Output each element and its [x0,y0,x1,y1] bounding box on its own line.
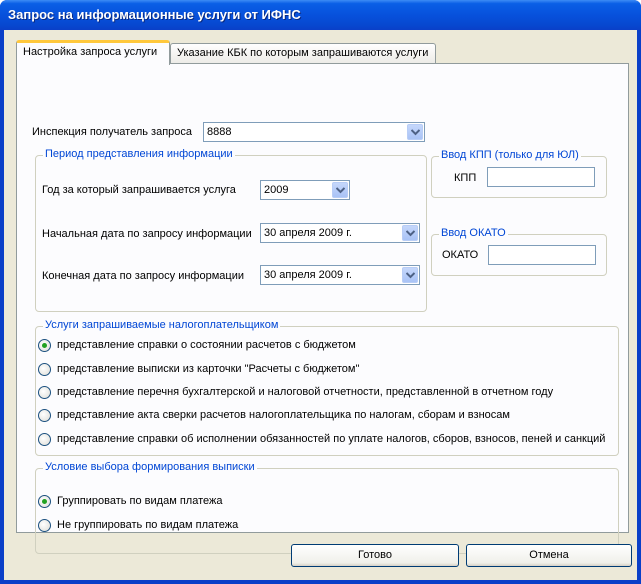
radio-button[interactable] [38,519,51,532]
dialog-client-area: Настройка запроса услуги Указание КБК по… [4,30,637,580]
start-date-label: Начальная дата по запросу информации [42,228,252,240]
services-group: Услуги запрашиваемые налогоплательщиком … [35,319,619,456]
okato-group: Ввод ОКАТО ОКАТО [431,227,607,276]
year-label: Год за который запрашивается услуга [42,184,236,196]
radio-button[interactable] [38,363,51,376]
end-date-value: 30 апреля 2009 г. [264,269,352,281]
okato-input[interactable] [488,245,596,265]
kpp-group: Ввод КПП (только для ЮЛ) КПП [431,149,607,198]
okato-group-title: Ввод ОКАТО [439,227,508,239]
condition-group-title: Условие выбора формирования выписки [43,461,257,473]
kpp-group-title: Ввод КПП (только для ЮЛ) [439,149,581,161]
radio-button[interactable] [38,409,51,422]
tab-panel: Инспекция получатель запроса 8888 Период… [16,63,629,554]
inspection-label: Инспекция получатель запроса [32,126,193,138]
radio-button[interactable] [38,386,51,399]
radio-button[interactable] [38,495,51,508]
cancel-button[interactable]: Отмена [466,544,632,567]
chevron-down-icon[interactable] [402,225,418,241]
dialog-window: Запрос на информационные услуги от ИФНС … [0,0,641,584]
tab-request-settings[interactable]: Настройка запроса услуги [16,40,170,65]
year-value: 2009 [264,184,289,196]
end-date-label: Конечная дата по запросу информации [42,270,244,282]
end-date-picker[interactable]: 30 апреля 2009 г. [260,265,420,285]
radio-button[interactable] [38,433,51,446]
year-combo[interactable]: 2009 [260,180,350,200]
okato-label: ОКАТО [442,249,479,261]
tab-kbk[interactable]: Указание КБК по которым запрашиваются ус… [170,43,436,64]
done-button[interactable]: Готово [291,544,459,567]
services-group-title: Услуги запрашиваемые налогоплательщиком [43,319,281,331]
start-date-picker[interactable]: 30 апреля 2009 г. [260,223,420,243]
chevron-down-icon[interactable] [407,124,423,140]
period-group-title: Период представления информации [43,148,235,160]
condition-group: Условие выбора формирования выписки Груп… [35,461,619,554]
kpp-input[interactable] [487,167,595,187]
inspection-value: 8888 [207,126,232,138]
chevron-down-icon[interactable] [402,267,418,283]
chevron-down-icon[interactable] [332,182,348,198]
start-date-value: 30 апреля 2009 г. [264,227,352,239]
window-title[interactable]: Запрос на информационные услуги от ИФНС [0,0,641,30]
kpp-label: КПП [454,172,477,184]
period-group: Период представления информации Год за к… [35,148,427,312]
inspection-combo[interactable]: 8888 [203,122,425,142]
radio-button[interactable] [38,339,51,352]
